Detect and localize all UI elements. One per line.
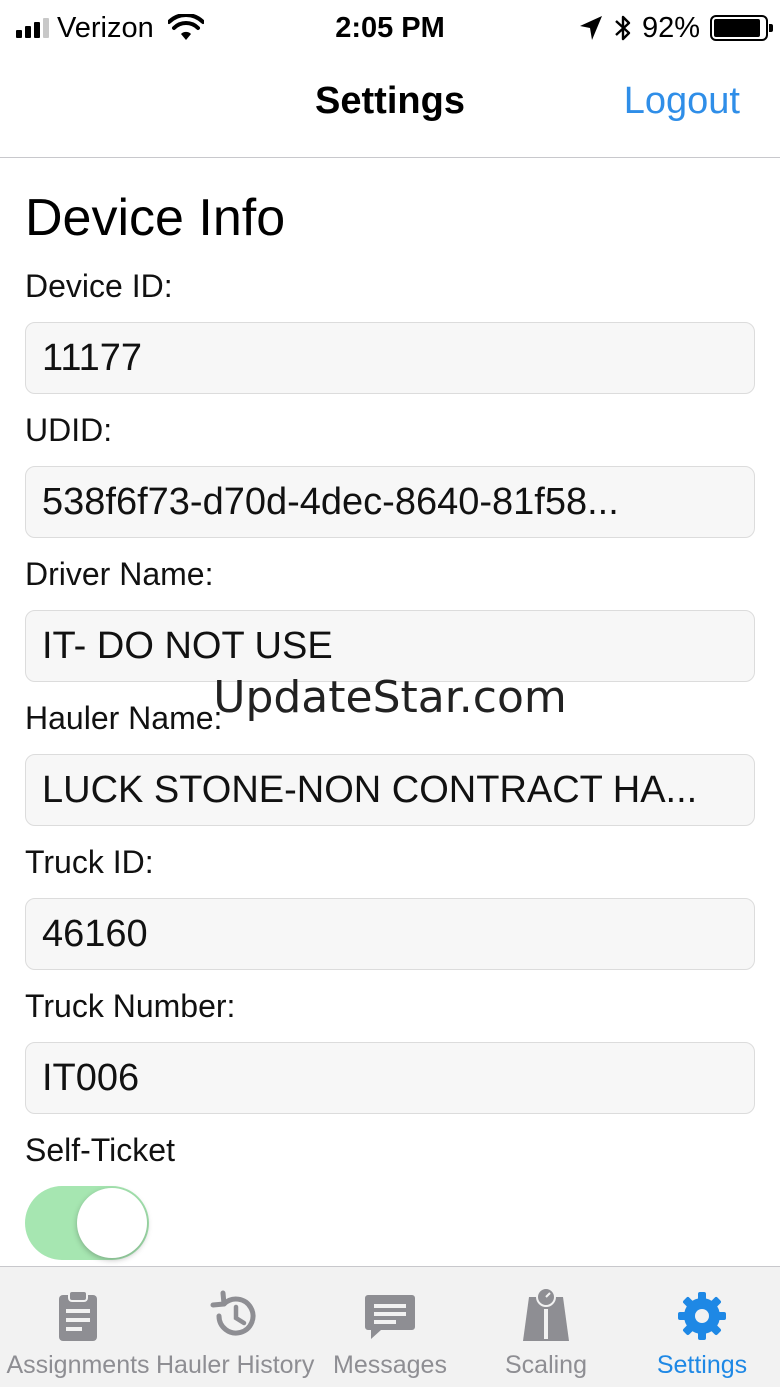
history-icon xyxy=(210,1290,256,1336)
gear-icon xyxy=(678,1292,726,1340)
tab-settings[interactable]: Settings xyxy=(624,1267,780,1387)
tab-hauler-history[interactable]: Hauler History xyxy=(156,1267,315,1387)
tab-assignments[interactable]: Assignments xyxy=(0,1267,156,1387)
udid-label: UDID: xyxy=(25,412,113,448)
truck-number-field[interactable]: IT006 xyxy=(25,1042,755,1114)
battery-level xyxy=(714,19,760,37)
navigation-bar: Settings Logout xyxy=(0,56,780,158)
tab-messages[interactable]: Messages xyxy=(312,1267,468,1387)
toggle-knob xyxy=(77,1188,147,1258)
message-icon xyxy=(365,1295,415,1339)
battery-percent: 92% xyxy=(641,11,700,44)
battery-icon xyxy=(710,15,773,41)
clipboard-icon xyxy=(59,1290,97,1341)
udid-field[interactable]: 538f6f73-d70d-4dec-8640-81f58... xyxy=(25,466,755,538)
tab-label: Hauler History xyxy=(156,1351,315,1379)
scale-icon xyxy=(523,1287,569,1341)
location-arrow-icon xyxy=(579,16,602,40)
device-id-label: Device ID: xyxy=(25,268,173,304)
truck-id-field[interactable]: 46160 xyxy=(25,898,755,970)
tab-label: Assignments xyxy=(6,1351,150,1379)
status-right: 92% xyxy=(578,8,773,48)
tab-scaling[interactable]: Scaling xyxy=(468,1267,624,1387)
driver-name-label: Driver Name: xyxy=(25,556,214,592)
hauler-name-field[interactable]: LUCK STONE-NON CONTRACT HA... xyxy=(25,754,755,826)
bluetooth-icon xyxy=(615,15,631,41)
section-title: Device Info xyxy=(25,189,286,247)
tab-label: Settings xyxy=(656,1351,748,1379)
truck-number-label: Truck Number: xyxy=(25,988,236,1024)
logout-button[interactable]: Logout xyxy=(624,80,740,123)
self-ticket-toggle[interactable] xyxy=(25,1186,149,1260)
tab-label: Scaling xyxy=(505,1351,587,1379)
self-ticket-label: Self-Ticket xyxy=(25,1132,175,1168)
status-bar: Verizon 2:05 PM 92% xyxy=(0,0,780,56)
tab-label: Messages xyxy=(333,1351,447,1379)
device-id-field[interactable]: 11177 xyxy=(25,322,755,394)
truck-id-label: Truck ID: xyxy=(25,844,154,880)
watermark: UpdateStar.com xyxy=(213,672,567,723)
tab-bar: Assignments Hauler History Messages Scal… xyxy=(0,1266,780,1387)
